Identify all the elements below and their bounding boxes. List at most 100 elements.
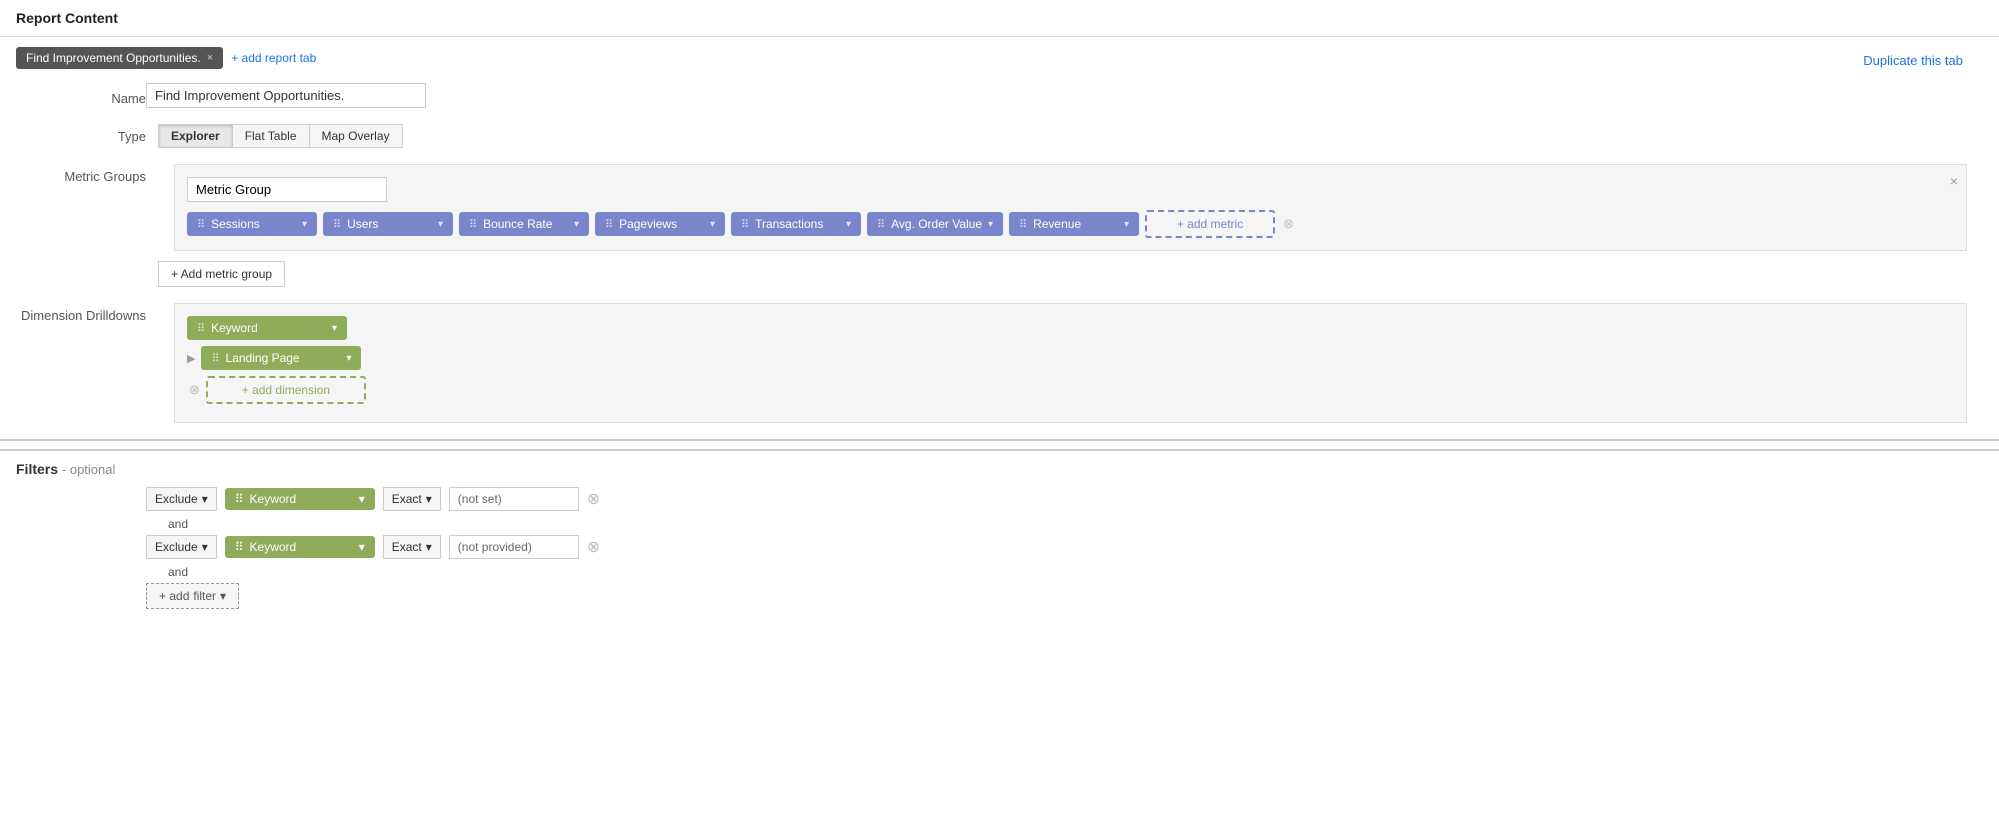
metric-sessions-label: Sessions <box>211 217 260 231</box>
pageviews-dropdown-icon[interactable]: ▾ <box>710 219 715 230</box>
metric-groups-row: Metric Groups × ⠿ Sessions ▾ ⠿ Users <box>0 156 1999 295</box>
add-metric-pill[interactable]: + add metric <box>1145 210 1275 238</box>
metric-pill-transactions[interactable]: ⠿ Transactions ▾ <box>731 212 861 236</box>
bounce-rate-dropdown-icon[interactable]: ▾ <box>574 219 579 230</box>
drag-handle-icon: ⠿ <box>235 540 244 554</box>
drag-handle-icon: ⠿ <box>741 218 749 231</box>
filter-2-exclude-select[interactable]: Exclude ▾ <box>146 535 217 559</box>
filter-1-exclude-arrow: ▾ <box>202 492 208 506</box>
type-map-overlay-btn[interactable]: Map Overlay <box>309 124 403 148</box>
filter-1-exclude-label: Exclude <box>155 492 198 506</box>
filter-row-1: Exclude ▾ ⠿ Keyword ▾ Exact ▾ ⊗ <box>146 487 1983 511</box>
duplicate-tab-link[interactable]: Duplicate this tab <box>1863 48 1983 68</box>
name-label: Name <box>16 86 146 106</box>
add-metric-group-button[interactable]: + Add metric group <box>158 261 285 287</box>
filter-2-dimension-arrow[interactable]: ▾ <box>359 540 365 554</box>
transactions-dropdown-icon[interactable]: ▾ <box>846 219 851 230</box>
dimension-row-landing-page: ▶ ⠿ Landing Page ▾ <box>187 346 1954 370</box>
name-input[interactable] <box>146 83 426 108</box>
drag-handle-icon: ⠿ <box>605 218 613 231</box>
add-filter-arrow: ▾ <box>220 589 226 603</box>
type-label: Type <box>16 124 146 144</box>
filters-title: Filters - optional <box>16 461 1983 477</box>
type-explorer-btn[interactable]: Explorer <box>158 124 232 148</box>
filter-2-dimension-label: Keyword <box>250 540 297 554</box>
metric-pill-sessions[interactable]: ⠿ Sessions ▾ <box>187 212 317 236</box>
filter-1-match-label: Exact <box>392 492 422 506</box>
filters-label: Filters <box>16 461 58 477</box>
dimension-content: ⠿ Keyword ▾ ▶ ⠿ Landing Page ▾ ⊗ <box>158 303 1983 423</box>
add-filter-suffix: filter <box>193 589 216 603</box>
tab-bar: Find Improvement Opportunities. × + add … <box>0 41 1999 75</box>
add-filter-label: + add <box>159 589 189 603</box>
remove-metric-group-icon[interactable]: ⊗ <box>1283 216 1294 232</box>
page-container: Report Content Find Improvement Opportun… <box>0 0 1999 838</box>
revenue-dropdown-icon[interactable]: ▾ <box>1124 219 1129 230</box>
dimension-landing-page-label: Landing Page <box>226 351 300 365</box>
report-content-title: Report Content <box>0 0 1999 32</box>
dimension-keyword-label: Keyword <box>211 321 258 335</box>
name-row: Name <box>0 75 1999 116</box>
drag-handle-icon: ⠿ <box>197 218 205 231</box>
avg-order-dropdown-icon[interactable]: ▾ <box>988 219 993 230</box>
users-dropdown-icon[interactable]: ▾ <box>438 219 443 230</box>
filter-1-dimension-label: Keyword <box>250 492 297 506</box>
metric-revenue-label: Revenue <box>1033 217 1081 231</box>
drag-handle-icon: ⠿ <box>469 218 477 231</box>
filter-2-match-arrow: ▾ <box>426 540 432 554</box>
sessions-dropdown-icon[interactable]: ▾ <box>302 219 307 230</box>
metric-pill-bounce-rate[interactable]: ⠿ Bounce Rate ▾ <box>459 212 589 236</box>
metric-pill-avg-order[interactable]: ⠿ Avg. Order Value ▾ <box>867 212 1003 236</box>
metric-pill-revenue[interactable]: ⠿ Revenue ▾ <box>1009 212 1139 236</box>
add-report-tab-link[interactable]: + add report tab <box>231 51 316 65</box>
active-report-tab[interactable]: Find Improvement Opportunities. × <box>16 47 223 69</box>
active-tab-label: Find Improvement Opportunities. <box>26 51 201 65</box>
drag-handle-icon: ⠿ <box>197 322 205 335</box>
type-buttons: Explorer Flat Table Map Overlay <box>158 124 403 148</box>
filter-2-exclude-label: Exclude <box>155 540 198 554</box>
filter-row-2: Exclude ▾ ⠿ Keyword ▾ Exact ▾ ⊗ <box>146 535 1983 559</box>
filter-1-dimension-arrow[interactable]: ▾ <box>359 492 365 506</box>
drag-handle-icon: ⠿ <box>211 352 219 365</box>
filter-2-dimension-pill[interactable]: ⠿ Keyword ▾ <box>225 536 375 558</box>
dimension-row-keyword: ⠿ Keyword ▾ <box>187 316 1954 340</box>
close-tab-icon[interactable]: × <box>207 52 213 64</box>
filter-2-value-input[interactable] <box>449 535 579 559</box>
landing-page-chevron-icon[interactable]: ▶ <box>187 352 195 365</box>
metric-bounce-rate-label: Bounce Rate <box>483 217 552 231</box>
filter-rows-container: Exclude ▾ ⠿ Keyword ▾ Exact ▾ ⊗ and <box>16 487 1983 609</box>
drag-handle-icon: ⠿ <box>333 218 341 231</box>
dimension-pill-keyword[interactable]: ⠿ Keyword ▾ <box>187 316 347 340</box>
filter-1-dimension-pill[interactable]: ⠿ Keyword ▾ <box>225 488 375 510</box>
landing-page-dropdown-icon[interactable]: ▾ <box>346 353 351 364</box>
dimension-pill-landing-page[interactable]: ⠿ Landing Page ▾ <box>201 346 361 370</box>
add-filter-row: + add filter ▾ <box>146 583 1983 609</box>
metric-pill-pageviews[interactable]: ⠿ Pageviews ▾ <box>595 212 725 236</box>
metric-pill-users[interactable]: ⠿ Users ▾ <box>323 212 453 236</box>
add-dimension-row: ⊗ + add dimension <box>187 376 1954 404</box>
filter-1-match-arrow: ▾ <box>426 492 432 506</box>
metric-group-close-icon[interactable]: × <box>1950 173 1958 189</box>
filter-2-match-select[interactable]: Exact ▾ <box>383 535 441 559</box>
filter-1-match-select[interactable]: Exact ▾ <box>383 487 441 511</box>
add-dimension-pill[interactable]: + add dimension <box>206 376 366 404</box>
filter-1-value-input[interactable] <box>449 487 579 511</box>
drag-handle-icon: ⠿ <box>235 492 244 506</box>
filter-1-remove-icon[interactable]: ⊗ <box>587 489 600 509</box>
filter-and-2: and <box>146 565 196 579</box>
metric-groups-label: Metric Groups <box>16 164 146 184</box>
remove-dimension-icon[interactable]: ⊗ <box>189 382 200 398</box>
filter-2-match-label: Exact <box>392 540 422 554</box>
filters-optional-label: - optional <box>62 462 115 477</box>
filter-1-exclude-select[interactable]: Exclude ▾ <box>146 487 217 511</box>
filters-section: Filters - optional Exclude ▾ ⠿ Keyword ▾… <box>0 449 1999 625</box>
metric-group-name-input[interactable] <box>187 177 387 202</box>
keyword-dropdown-icon[interactable]: ▾ <box>332 323 337 334</box>
metric-pageviews-label: Pageviews <box>619 217 677 231</box>
dimension-drilldowns-row: Dimension Drilldowns ⠿ Keyword ▾ ▶ ⠿ Lan <box>0 295 1999 431</box>
dimension-area: ⠿ Keyword ▾ ▶ ⠿ Landing Page ▾ ⊗ <box>174 303 1967 423</box>
type-flat-table-btn[interactable]: Flat Table <box>232 124 309 148</box>
filter-2-remove-icon[interactable]: ⊗ <box>587 537 600 557</box>
filters-divider <box>0 439 1999 441</box>
add-filter-button[interactable]: + add filter ▾ <box>146 583 239 609</box>
